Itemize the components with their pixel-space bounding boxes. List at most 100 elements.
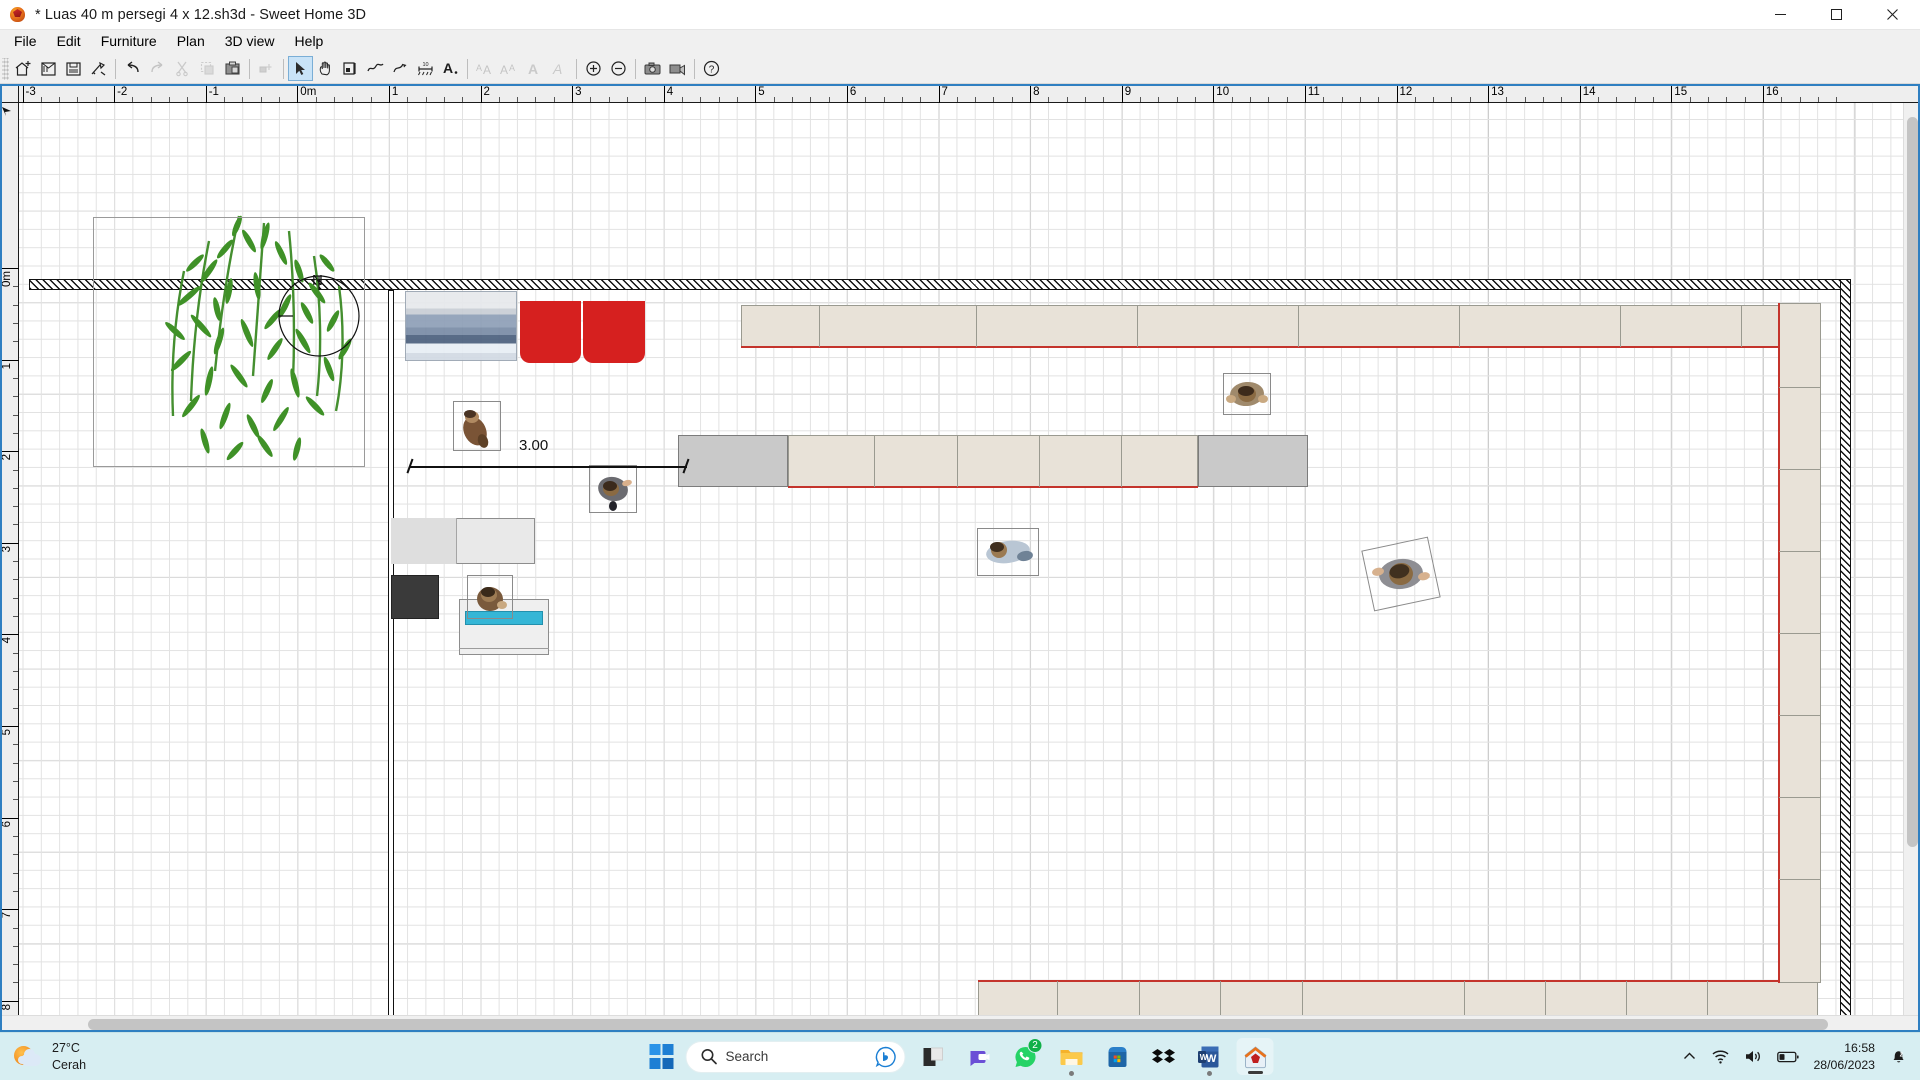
undo-button[interactable] <box>120 56 145 81</box>
decrease-text-size-button[interactable]: A A <box>497 56 522 81</box>
paste-button[interactable] <box>220 56 245 81</box>
ruler-label: -3 <box>25 86 36 98</box>
toolbar-drag-handle[interactable] <box>2 57 9 80</box>
create-rooms-button[interactable] <box>363 56 388 81</box>
wall-interior-left[interactable] <box>388 290 394 1028</box>
svg-text:A: A <box>528 61 538 77</box>
file-explorer-button[interactable] <box>1053 1038 1090 1076</box>
add-text-button[interactable]: A <box>438 56 463 81</box>
whatsapp-button[interactable]: 2 <box>1007 1038 1044 1075</box>
create-polyline-button[interactable] <box>388 56 413 81</box>
wall-right[interactable] <box>1840 279 1851 1026</box>
battery-icon[interactable] <box>1777 1050 1800 1064</box>
redo-button[interactable] <box>145 56 170 81</box>
menu-edit[interactable]: Edit <box>47 31 91 52</box>
copy-button[interactable] <box>195 56 220 81</box>
plan-vertical-scrollbar-thumb[interactable] <box>1907 117 1918 847</box>
save-button[interactable] <box>61 56 86 81</box>
bold-style-button[interactable]: A <box>522 56 547 81</box>
ruler-label: 3 <box>1 545 13 553</box>
menu-3d-view[interactable]: 3D view <box>215 31 285 52</box>
create-dimensions-button[interactable]: 10 <box>413 56 438 81</box>
person-standing-1[interactable] <box>453 401 501 451</box>
pan-mode-button[interactable] <box>313 56 338 81</box>
bell-quiet-icon[interactable]: z <box>1889 1047 1908 1066</box>
preferences-button[interactable] <box>86 56 111 81</box>
ruler-tick-minor <box>40 97 42 102</box>
microsoft-store-button[interactable] <box>1099 1038 1136 1075</box>
maximize-button[interactable] <box>1808 0 1864 30</box>
ruler-tick-major <box>0 817 19 819</box>
italic-style-button[interactable]: A <box>547 56 572 81</box>
word-button[interactable]: W W <box>1191 1038 1228 1076</box>
red-sofa-left[interactable] <box>520 301 581 363</box>
plan-viewport[interactable]: -3 -2 -1 0m 1 2 3 4 5 6 7 8 9 10 11 12 13 14 15 16 0m 1 2 3 4 5 6… <box>0 84 1920 1032</box>
ruler-tick-minor <box>535 97 537 102</box>
fridge[interactable] <box>391 575 439 619</box>
increase-text-size-button[interactable]: A A <box>472 56 497 81</box>
ruler-tick-major <box>0 1000 19 1002</box>
plan-canvas[interactable]: N 3.00 <box>19 103 1920 1032</box>
create-photo-button[interactable] <box>640 56 665 81</box>
cut-button[interactable] <box>170 56 195 81</box>
ruler-tick-minor <box>13 506 18 508</box>
select-mode-button[interactable] <box>288 56 313 81</box>
teams-button[interactable] <box>961 1038 998 1075</box>
task-view-button[interactable] <box>915 1038 952 1075</box>
menu-furniture[interactable]: Furniture <box>91 31 167 52</box>
cabinet-beige-middle[interactable] <box>788 435 1198 487</box>
ruler-tick-minor <box>1140 97 1142 102</box>
menu-help[interactable]: Help <box>285 31 334 52</box>
person-top-right[interactable] <box>1223 373 1271 415</box>
compass[interactable]: N <box>274 271 364 361</box>
red-sofa-right[interactable] <box>583 301 645 363</box>
ruler-tick-minor <box>13 744 18 746</box>
toolbar-separator <box>576 58 577 79</box>
add-furniture-button[interactable] <box>254 56 279 81</box>
weather-widget[interactable]: 27°C Cerah <box>14 1040 86 1074</box>
create-walls-button[interactable] <box>338 56 363 81</box>
cabinet-row-top[interactable] <box>741 305 1814 348</box>
ruler-tick-minor <box>59 97 61 102</box>
zoom-out-button[interactable] <box>606 56 631 81</box>
plan-vertical-scrollbar[interactable] <box>1903 103 1920 1015</box>
person-sitting[interactable] <box>467 575 513 619</box>
folder-icon <box>1060 1049 1082 1065</box>
sweet-home-3d-button[interactable] <box>1236 1038 1274 1075</box>
ruler-label: 8 <box>1033 86 1040 98</box>
menu-file[interactable]: File <box>4 31 47 52</box>
search-input[interactable]: Search <box>726 1049 867 1064</box>
speaker-icon[interactable] <box>1744 1048 1763 1065</box>
plan-horizontal-scrollbar[interactable] <box>0 1015 1920 1032</box>
sun-cloud-icon <box>14 1044 44 1070</box>
cabinet-gray-right[interactable] <box>1198 435 1308 487</box>
wifi-icon[interactable] <box>1711 1048 1730 1065</box>
ruler-label: 6 <box>849 86 857 98</box>
plan-horizontal-scrollbar-thumb[interactable] <box>88 1019 1828 1030</box>
menu-plan[interactable]: Plan <box>167 31 215 52</box>
help-button[interactable]: ? <box>699 56 724 81</box>
chevron-up-icon[interactable] <box>1682 1049 1697 1064</box>
ruler-tick-minor <box>13 927 18 929</box>
clock[interactable]: 16:58 28/06/2023 <box>1813 1040 1875 1073</box>
dropbox-button[interactable] <box>1145 1038 1182 1075</box>
ruler-tick-minor <box>13 707 18 709</box>
minimize-button[interactable] <box>1752 0 1808 30</box>
taskbar-search-box[interactable]: Search <box>685 1040 906 1073</box>
window-blue[interactable] <box>405 291 517 361</box>
start-button[interactable] <box>647 1042 677 1072</box>
zoom-in-button[interactable] <box>581 56 606 81</box>
new-home-button[interactable] <box>11 56 36 81</box>
cabinet-gray-left[interactable] <box>678 435 788 487</box>
save-disk-icon <box>66 62 81 76</box>
kitchen-counter[interactable] <box>391 518 535 564</box>
close-button[interactable] <box>1864 0 1920 30</box>
cabinet-row-middle[interactable] <box>678 435 1324 488</box>
dimension-line[interactable]: 3.00 <box>406 437 690 477</box>
open-button[interactable] <box>36 56 61 81</box>
cabinet-column-right[interactable] <box>1778 303 1821 983</box>
create-video-button[interactable] <box>665 56 690 81</box>
person-lying[interactable] <box>977 528 1039 576</box>
horizontal-ruler: -3 -2 -1 0m 1 2 3 4 5 6 7 8 9 10 11 12 13 14 15 16 <box>0 84 1920 103</box>
ruler-tick-minor <box>1158 97 1160 102</box>
